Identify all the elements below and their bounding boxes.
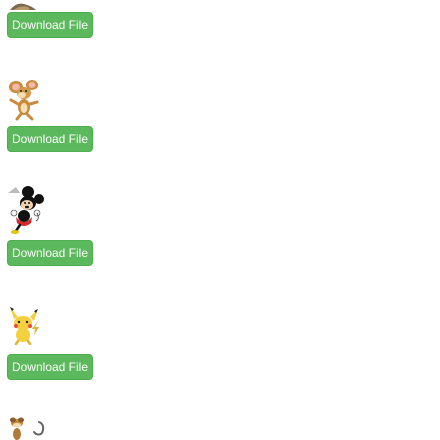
mickey-mouse-thumbnail — [8, 186, 44, 234]
download-file-button[interactable]: Download File — [7, 240, 93, 266]
pikachu-thumbnail — [10, 307, 39, 345]
jerry-mouse-thumbnail — [9, 80, 39, 121]
partial-cartoon-thumbnail-top — [10, 3, 36, 10]
download-file-button[interactable]: Download File — [7, 354, 93, 380]
download-file-button[interactable]: Download File — [7, 126, 93, 152]
download-file-button[interactable]: Download File — [7, 12, 93, 38]
partial-cartoon-thumbnail-bottom — [10, 417, 45, 440]
